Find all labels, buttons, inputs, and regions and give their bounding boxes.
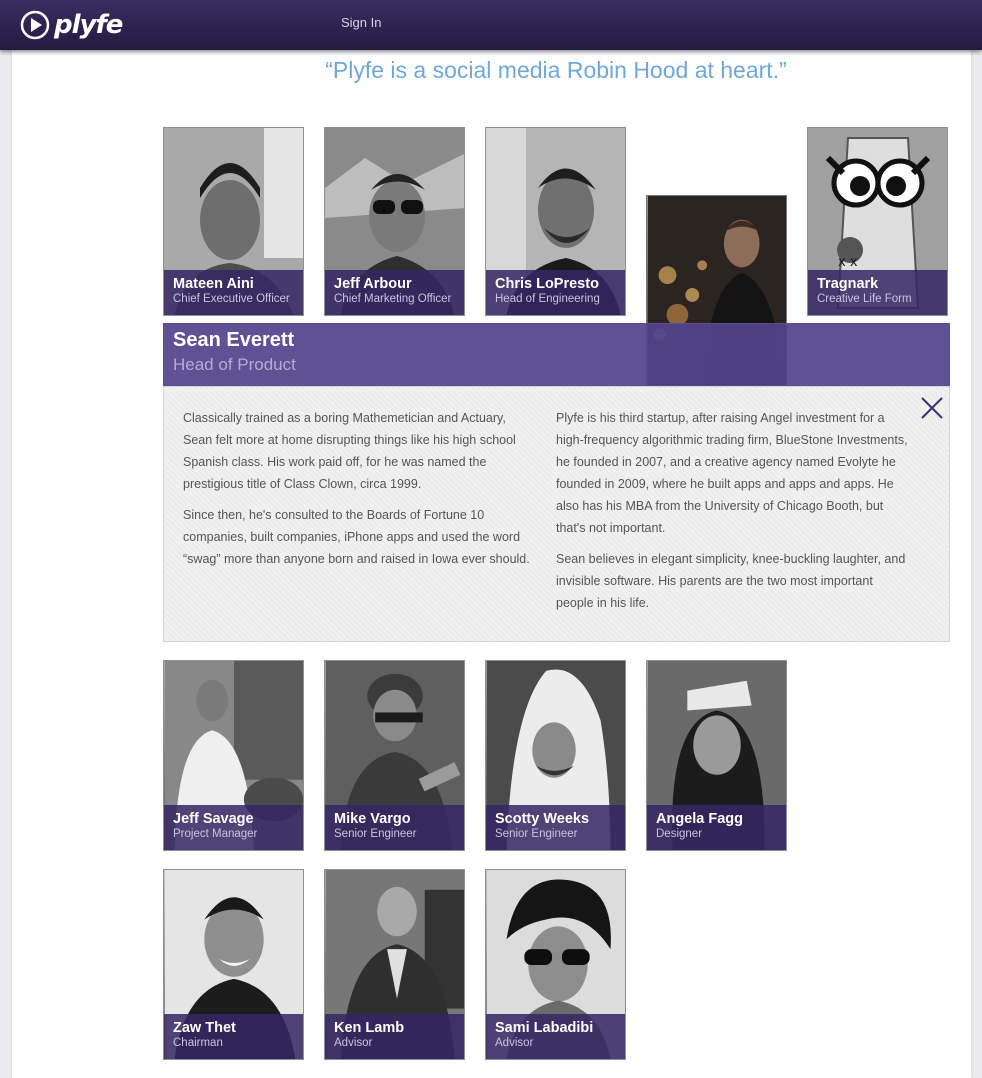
sign-in-link[interactable]: Sign In bbox=[341, 15, 381, 30]
member-name: Angela Fagg bbox=[656, 811, 744, 827]
card-label: Jeff Savage Project Manager bbox=[164, 805, 303, 850]
member-role: Advisor bbox=[334, 1037, 373, 1049]
member-name: Ken Lamb bbox=[334, 1020, 405, 1036]
play-circle-icon bbox=[20, 10, 50, 40]
team-card-mateen-aini[interactable]: Mateen Aini Chief Executive Officer bbox=[163, 127, 304, 316]
tagline-quote: “Plyfe is a social media Robin Hood at h… bbox=[325, 57, 787, 83]
member-role: Designer bbox=[656, 828, 703, 840]
detail-role: Head of Product bbox=[173, 355, 296, 374]
bio-paragraph: Plyfe is his third startup, after raisin… bbox=[556, 411, 908, 535]
member-role: Advisor bbox=[495, 1037, 534, 1049]
top-navigation-bar: plyfe Sign In bbox=[0, 0, 982, 50]
close-x-icon[interactable] bbox=[919, 395, 945, 421]
member-name: Tragnark bbox=[817, 276, 879, 292]
member-name: Zaw Thet bbox=[173, 1020, 236, 1036]
card-label: Scotty Weeks Senior Engineer bbox=[486, 805, 625, 850]
team-card-jeff-savage[interactable]: Jeff Savage Project Manager bbox=[163, 660, 304, 851]
member-role: Chief Executive Officer bbox=[173, 293, 290, 305]
bio-column-left: Classically trained as a boring Mathemet… bbox=[183, 407, 538, 579]
card-label: Chris LoPresto Head of Engineering bbox=[486, 270, 625, 315]
member-role: Project Manager bbox=[173, 828, 258, 840]
profile-detail-header: Sean Everett Head of Product bbox=[163, 323, 950, 386]
svg-text:x x: x x bbox=[838, 255, 858, 270]
logo-text: plyfe bbox=[54, 10, 123, 40]
member-name: Jeff Savage bbox=[173, 811, 254, 827]
team-card-angela-fagg[interactable]: Angela Fagg Designer bbox=[646, 660, 787, 851]
bio-paragraph: Classically trained as a boring Mathemet… bbox=[183, 411, 516, 491]
card-label: Ken Lamb Advisor bbox=[325, 1014, 464, 1059]
member-name: Jeff Arbour bbox=[334, 276, 412, 292]
team-card-tragnark[interactable]: x x Tragnark Creative Life Form bbox=[807, 127, 948, 316]
member-role: Senior Engineer bbox=[495, 828, 578, 840]
member-role: Chief Marketing Officer bbox=[334, 293, 452, 305]
member-role: Senior Engineer bbox=[334, 828, 417, 840]
team-card-jeff-arbour[interactable]: Jeff Arbour Chief Marketing Officer bbox=[324, 127, 465, 316]
team-card-scotty-weeks[interactable]: Scotty Weeks Senior Engineer bbox=[485, 660, 626, 851]
team-card-chris-lopresto[interactable]: Chris LoPresto Head of Engineering bbox=[485, 127, 626, 316]
team-card-mike-vargo[interactable]: Mike Vargo Senior Engineer bbox=[324, 660, 465, 851]
detail-name: Sean Everett bbox=[173, 329, 295, 351]
member-name: Mateen Aini bbox=[173, 276, 254, 292]
card-label: Jeff Arbour Chief Marketing Officer bbox=[325, 270, 464, 315]
card-label: Sami Labadibi Advisor bbox=[486, 1014, 625, 1059]
member-name: Scotty Weeks bbox=[495, 811, 590, 827]
card-label: Zaw Thet Chairman bbox=[164, 1014, 303, 1059]
profile-detail-body: Classically trained as a boring Mathemet… bbox=[163, 386, 950, 642]
plyfe-logo[interactable]: plyfe bbox=[20, 8, 123, 42]
member-role: Chairman bbox=[173, 1037, 223, 1049]
card-label: Angela Fagg Designer bbox=[647, 805, 786, 850]
card-label: Mateen Aini Chief Executive Officer bbox=[164, 270, 303, 315]
card-label: Mike Vargo Senior Engineer bbox=[325, 805, 464, 850]
team-card-ken-lamb[interactable]: Ken Lamb Advisor bbox=[324, 869, 465, 1060]
bio-column-right: Plyfe is his third startup, after raisin… bbox=[556, 407, 911, 623]
member-name: Chris LoPresto bbox=[495, 276, 599, 292]
member-name: Mike Vargo bbox=[334, 811, 411, 827]
card-label: Tragnark Creative Life Form bbox=[808, 270, 947, 315]
member-role: Creative Life Form bbox=[817, 293, 912, 305]
bio-paragraph: Since then, he's consulted to the Boards… bbox=[183, 508, 530, 566]
member-role: Head of Engineering bbox=[495, 293, 600, 305]
member-name: Sami Labadibi bbox=[495, 1020, 594, 1036]
bio-paragraph: Sean believes in elegant simplicity, kne… bbox=[556, 552, 906, 610]
team-card-sami-labadibi[interactable]: Sami Labadibi Advisor bbox=[485, 869, 626, 1060]
team-card-zaw-thet[interactable]: Zaw Thet Chairman bbox=[163, 869, 304, 1060]
